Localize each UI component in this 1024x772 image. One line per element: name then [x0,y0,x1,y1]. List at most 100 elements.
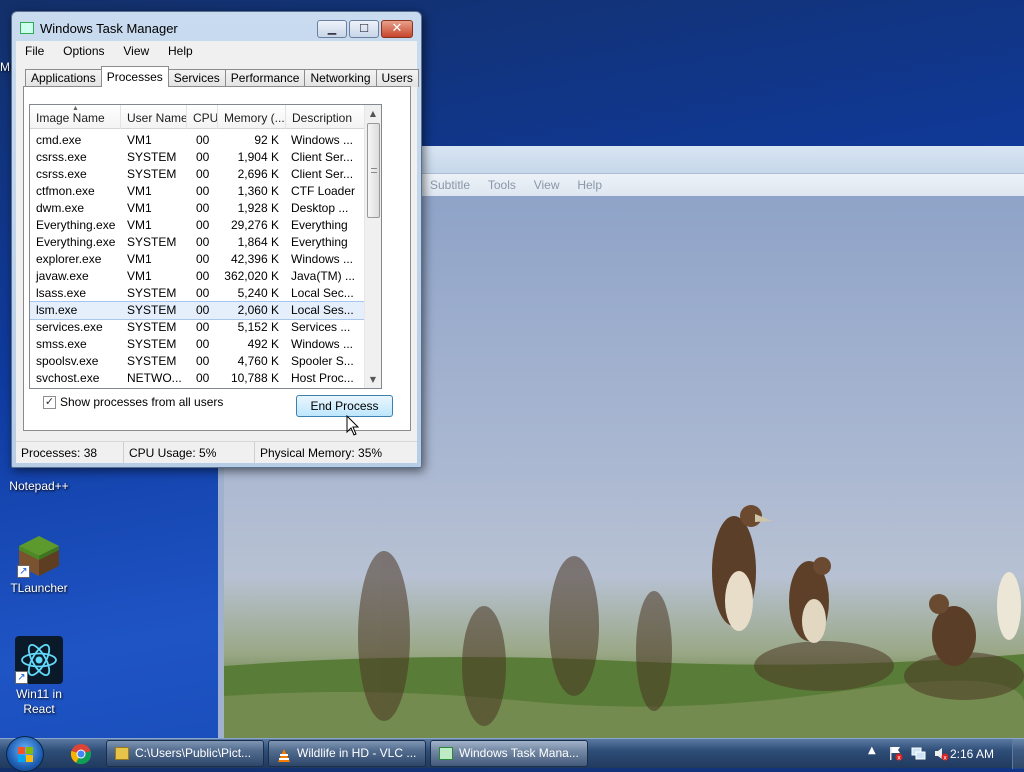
menu-options[interactable]: Options [54,41,110,61]
cell-image-name: csrss.exe [36,150,87,164]
cell-cpu: 00 [196,354,210,368]
cell-image-name: spoolsv.exe [36,354,99,368]
table-row[interactable]: services.exe SYSTEM 00 5,152 K Services ... [30,319,364,336]
table-row[interactable]: javaw.exe VM1 00 362,020 K Java(TM) ... [30,268,364,285]
cell-cpu: 00 [196,184,210,198]
tab-applications[interactable]: Applications [25,69,102,87]
show-all-checkbox[interactable]: ✓ [43,395,56,409]
shortcut-arrow-icon: ↗ [17,565,30,578]
task-manager-window[interactable]: Windows Task Manager ▁ ☐ ✕ File Options … [11,11,422,468]
cell-description: Local Sec... [291,286,354,300]
taskbar-button-vlc[interactable]: Wildlife in HD - VLC ... [268,740,426,767]
table-row[interactable]: svchost.exe NETWO... 00 10,788 K Host Proc..… [30,370,364,387]
scroll-down-icon[interactable]: ▼ [365,371,381,388]
table-row[interactable]: lsass.exe SYSTEM 00 5,240 K Local Sec... [30,285,364,302]
tab-users[interactable]: Users [375,69,419,87]
desktop-icon-win11-react[interactable]: ↗ Win11 in React [0,636,79,717]
column-description[interactable]: Description [286,105,364,129]
cell-image-name: lsm.exe [36,303,78,317]
table-row[interactable]: dwm.exe VM1 00 1,928 K Desktop ... [30,200,364,217]
tab-performance[interactable]: Performance [224,69,306,87]
show-all-processes[interactable]: ✓ Show processes from all users [43,395,223,409]
cell-description: Everything [291,235,348,249]
vlc-menu-tools[interactable]: Tools [488,174,516,196]
cell-user-name: NETWO... [127,371,182,385]
network-icon[interactable] [911,746,926,761]
cell-description: Spooler S... [291,354,354,368]
table-row[interactable]: Everything.exe SYSTEM 00 1,864 K Everything [30,234,364,251]
table-row[interactable]: csrss.exe SYSTEM 00 2,696 K Client Ser... [30,166,364,183]
table-row[interactable]: smss.exe SYSTEM 00 492 K Windows ... [30,336,364,353]
taskbar-button-explorer[interactable]: C:\Users\Public\Pict... [106,740,264,767]
cell-user-name: VM1 [127,218,152,232]
cell-image-name: lsass.exe [36,286,87,300]
cell-user-name: SYSTEM [127,303,177,317]
cell-cpu: 00 [196,150,210,164]
cell-description: Host Proc... [291,371,354,385]
show-desktop-button[interactable] [1012,739,1024,769]
maximize-button[interactable]: ☐ [349,20,379,38]
chrome-icon[interactable] [68,743,94,765]
grip-icon [371,168,377,173]
desktop-icon-tlauncher[interactable]: ↗ TLauncher [0,534,79,595]
cell-cpu: 00 [196,303,210,317]
shortcut-arrow-icon: ↗ [15,671,28,684]
cell-cpu: 00 [196,269,210,283]
column-memory[interactable]: Memory (... [218,105,286,129]
column-image-name[interactable]: ▲ Image Name [30,105,121,129]
vlc-menu-view[interactable]: View [534,174,560,196]
menu-file[interactable]: File [16,41,50,61]
task-manager-icon [20,22,34,34]
start-button[interactable] [6,736,44,772]
cell-description: CTF Loader [291,184,356,198]
cell-memory: 492 K [247,337,279,351]
column-user-name[interactable]: User Name [121,105,187,129]
cell-description: Windows ... [291,337,354,351]
taskbar-button-task-manager[interactable]: Windows Task Mana... [430,740,588,767]
taskbar-button-label: Windows Task Mana... [459,746,579,760]
clock[interactable]: 2:16 AM [950,739,994,769]
cell-image-name: smss.exe [36,337,87,351]
end-process-button[interactable]: End Process [296,395,393,417]
cell-cpu: 00 [196,286,210,300]
table-row[interactable]: spoolsv.exe SYSTEM 00 4,760 K Spooler S... [30,353,364,370]
vlc-menu-subtitle[interactable]: Subtitle [430,174,470,196]
table-row[interactable]: lsm.exe SYSTEM 00 2,060 K Local Ses... [30,301,365,320]
window-title[interactable]: Windows Task Manager [20,21,178,36]
cell-image-name: explorer.exe [36,252,102,266]
action-center-flag-icon[interactable]: x [888,746,903,762]
table-row[interactable]: Everything.exe VM1 00 29,276 K Everything [30,217,364,234]
cell-image-name: csrss.exe [36,167,87,181]
cell-cpu: 00 [196,252,210,266]
cell-memory: 92 K [254,133,279,147]
cell-memory: 5,152 K [237,320,279,334]
scrollbar-thumb[interactable] [367,123,380,218]
cell-description: Client Ser... [291,167,354,181]
show-hidden-icons-button[interactable]: ▲ [868,745,876,756]
menu-view[interactable]: View [114,41,155,61]
svg-text:x: x [943,755,947,762]
scroll-up-icon[interactable]: ▲ [365,105,381,122]
volume-muted-icon[interactable]: x [934,746,949,762]
vertical-scrollbar[interactable]: ▲ ▼ [364,105,381,388]
cell-user-name: SYSTEM [127,354,177,368]
table-row[interactable]: ctfmon.exe VM1 00 1,360 K CTF Loader [30,183,364,200]
tab-processes[interactable]: Processes [100,66,169,87]
svg-text:x: x [897,755,901,762]
tab-services[interactable]: Services [167,69,226,87]
task-manager-icon [439,747,453,760]
menu-help[interactable]: Help [159,41,199,61]
status-cpu-usage: CPU Usage: 5% [124,442,255,463]
table-row[interactable]: explorer.exe VM1 00 42,396 K Windows ... [30,251,364,268]
cell-description: Local Ses... [291,303,354,317]
vlc-menu-help[interactable]: Help [577,174,602,196]
close-button[interactable]: ✕ [381,20,413,38]
column-cpu[interactable]: CPU [187,105,218,129]
cell-cpu: 00 [196,371,210,385]
table-row[interactable]: csrss.exe SYSTEM 00 1,904 K Client Ser... [30,149,364,166]
tab-networking[interactable]: Networking [304,69,377,87]
process-list[interactable]: ▲ Image Name User Name CPU Memory (... D… [29,104,382,389]
table-row[interactable]: cmd.exe VM1 00 92 K Windows ... [30,132,364,149]
tab-strip: Applications Processes Services Performa… [25,66,419,87]
minimize-button[interactable]: ▁ [317,20,347,38]
